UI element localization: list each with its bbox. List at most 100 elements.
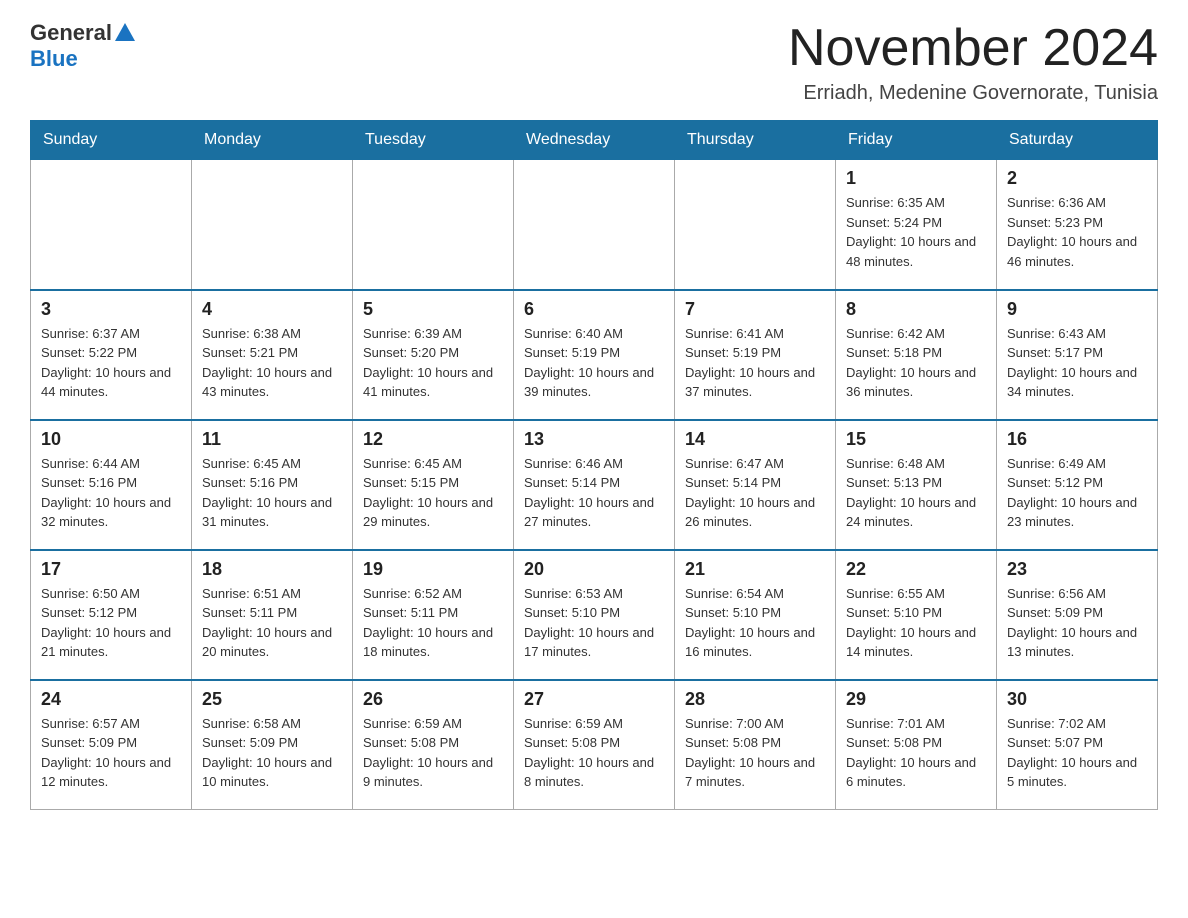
week-row: 17 Sunrise: 6:50 AMSunset: 5:12 PMDayligh… <box>31 550 1158 680</box>
day-cell: 8 Sunrise: 6:42 AMSunset: 5:18 PMDaylight… <box>836 290 997 420</box>
day-number: 26 <box>363 689 503 710</box>
day-info: Sunrise: 6:59 AMSunset: 5:08 PMDaylight:… <box>524 714 664 792</box>
day-cell <box>353 160 514 290</box>
day-number: 13 <box>524 429 664 450</box>
day-number: 2 <box>1007 168 1147 189</box>
day-info: Sunrise: 6:45 AMSunset: 5:16 PMDaylight:… <box>202 454 342 532</box>
day-info: Sunrise: 6:47 AMSunset: 5:14 PMDaylight:… <box>685 454 825 532</box>
day-info: Sunrise: 6:35 AMSunset: 5:24 PMDaylight:… <box>846 193 986 271</box>
day-info: Sunrise: 6:36 AMSunset: 5:23 PMDaylight:… <box>1007 193 1147 271</box>
week-row: 1Sunrise: 6:35 AMSunset: 5:24 PMDaylight… <box>31 160 1158 290</box>
day-cell: 2 Sunrise: 6:36 AMSunset: 5:23 PMDaylight… <box>997 160 1158 290</box>
week-row: 3 Sunrise: 6:37 AMSunset: 5:22 PMDaylight… <box>31 290 1158 420</box>
day-info: Sunrise: 6:59 AMSunset: 5:08 PMDaylight:… <box>363 714 503 792</box>
day-info: Sunrise: 6:52 AMSunset: 5:11 PMDaylight:… <box>363 584 503 662</box>
day-info: Sunrise: 6:43 AMSunset: 5:17 PMDaylight:… <box>1007 324 1147 402</box>
day-number: 14 <box>685 429 825 450</box>
day-number: 18 <box>202 559 342 580</box>
day-info: Sunrise: 6:54 AMSunset: 5:10 PMDaylight:… <box>685 584 825 662</box>
day-number: 17 <box>41 559 181 580</box>
day-info: Sunrise: 6:42 AMSunset: 5:18 PMDaylight:… <box>846 324 986 402</box>
day-cell: 4Sunrise: 6:38 AMSunset: 5:21 PMDaylight… <box>192 290 353 420</box>
day-info: Sunrise: 6:38 AMSunset: 5:21 PMDaylight:… <box>202 324 342 402</box>
day-cell: 17 Sunrise: 6:50 AMSunset: 5:12 PMDayligh… <box>31 550 192 680</box>
title-area: November 2024 Erriadh, Medenine Governor… <box>788 20 1158 105</box>
day-of-week-header: Tuesday <box>353 121 514 160</box>
day-number: 21 <box>685 559 825 580</box>
day-info: Sunrise: 6:50 AMSunset: 5:12 PMDaylight:… <box>41 584 181 662</box>
day-number: 16 <box>1007 429 1147 450</box>
week-row: 10 Sunrise: 6:44 AMSunset: 5:16 PMDayligh… <box>31 420 1158 550</box>
day-number: 28 <box>685 689 825 710</box>
logo-general-text: General <box>30 20 135 46</box>
day-cell: 15 Sunrise: 6:48 AMSunset: 5:13 PMDayligh… <box>836 420 997 550</box>
logo-general-label: General <box>30 20 112 46</box>
day-cell: 6Sunrise: 6:40 AMSunset: 5:19 PMDaylight… <box>514 290 675 420</box>
day-number: 22 <box>846 559 986 580</box>
day-info: Sunrise: 6:40 AMSunset: 5:19 PMDaylight:… <box>524 324 664 402</box>
day-cell: 21 Sunrise: 6:54 AMSunset: 5:10 PMDayligh… <box>675 550 836 680</box>
day-info: Sunrise: 6:57 AMSunset: 5:09 PMDaylight:… <box>41 714 181 792</box>
day-number: 10 <box>41 429 181 450</box>
day-info: Sunrise: 6:55 AMSunset: 5:10 PMDaylight:… <box>846 584 986 662</box>
day-cell <box>192 160 353 290</box>
day-of-week-header: Saturday <box>997 121 1158 160</box>
day-number: 5 <box>363 299 503 320</box>
day-info: Sunrise: 6:46 AMSunset: 5:14 PMDaylight:… <box>524 454 664 532</box>
header-row: SundayMondayTuesdayWednesdayThursdayFrid… <box>31 121 1158 160</box>
day-number: 30 <box>1007 689 1147 710</box>
day-cell: 18Sunrise: 6:51 AMSunset: 5:11 PMDayligh… <box>192 550 353 680</box>
day-number: 19 <box>363 559 503 580</box>
day-cell: 28 Sunrise: 7:00 AMSunset: 5:08 PMDayligh… <box>675 680 836 810</box>
day-cell: 23 Sunrise: 6:56 AMSunset: 5:09 PMDayligh… <box>997 550 1158 680</box>
day-cell: 29 Sunrise: 7:01 AMSunset: 5:08 PMDayligh… <box>836 680 997 810</box>
day-number: 7 <box>685 299 825 320</box>
logo: General Blue <box>30 20 135 72</box>
day-number: 9 <box>1007 299 1147 320</box>
day-info: Sunrise: 6:53 AMSunset: 5:10 PMDaylight:… <box>524 584 664 662</box>
day-of-week-header: Friday <box>836 121 997 160</box>
day-cell: 20 Sunrise: 6:53 AMSunset: 5:10 PMDayligh… <box>514 550 675 680</box>
day-number: 3 <box>41 299 181 320</box>
day-cell <box>514 160 675 290</box>
day-number: 15 <box>846 429 986 450</box>
day-of-week-header: Monday <box>192 121 353 160</box>
location-title: Erriadh, Medenine Governorate, Tunisia <box>788 82 1158 105</box>
day-number: 20 <box>524 559 664 580</box>
month-title: November 2024 <box>788 20 1158 77</box>
day-cell <box>675 160 836 290</box>
day-of-week-header: Thursday <box>675 121 836 160</box>
day-cell: 26 Sunrise: 6:59 AMSunset: 5:08 PMDayligh… <box>353 680 514 810</box>
day-info: Sunrise: 6:45 AMSunset: 5:15 PMDaylight:… <box>363 454 503 532</box>
day-cell: 30 Sunrise: 7:02 AMSunset: 5:07 PMDayligh… <box>997 680 1158 810</box>
day-info: Sunrise: 6:48 AMSunset: 5:13 PMDaylight:… <box>846 454 986 532</box>
day-number: 29 <box>846 689 986 710</box>
calendar-table: SundayMondayTuesdayWednesdayThursdayFrid… <box>30 120 1158 810</box>
day-number: 25 <box>202 689 342 710</box>
day-info: Sunrise: 7:02 AMSunset: 5:07 PMDaylight:… <box>1007 714 1147 792</box>
day-cell: 3 Sunrise: 6:37 AMSunset: 5:22 PMDaylight… <box>31 290 192 420</box>
day-info: Sunrise: 7:00 AMSunset: 5:08 PMDaylight:… <box>685 714 825 792</box>
day-cell: 25Sunrise: 6:58 AMSunset: 5:09 PMDayligh… <box>192 680 353 810</box>
day-cell: 27 Sunrise: 6:59 AMSunset: 5:08 PMDayligh… <box>514 680 675 810</box>
day-info: Sunrise: 7:01 AMSunset: 5:08 PMDaylight:… <box>846 714 986 792</box>
day-number: 12 <box>363 429 503 450</box>
day-info: Sunrise: 6:49 AMSunset: 5:12 PMDaylight:… <box>1007 454 1147 532</box>
logo-triangle-icon <box>115 23 135 41</box>
day-number: 8 <box>846 299 986 320</box>
day-of-week-header: Wednesday <box>514 121 675 160</box>
day-info: Sunrise: 6:37 AMSunset: 5:22 PMDaylight:… <box>41 324 181 402</box>
day-of-week-header: Sunday <box>31 121 192 160</box>
day-number: 27 <box>524 689 664 710</box>
day-cell: 7 Sunrise: 6:41 AMSunset: 5:19 PMDaylight… <box>675 290 836 420</box>
day-number: 23 <box>1007 559 1147 580</box>
day-number: 24 <box>41 689 181 710</box>
day-cell: 1Sunrise: 6:35 AMSunset: 5:24 PMDaylight… <box>836 160 997 290</box>
week-row: 24 Sunrise: 6:57 AMSunset: 5:09 PMDayligh… <box>31 680 1158 810</box>
day-cell: 10 Sunrise: 6:44 AMSunset: 5:16 PMDayligh… <box>31 420 192 550</box>
day-info: Sunrise: 6:56 AMSunset: 5:09 PMDaylight:… <box>1007 584 1147 662</box>
page-header: General Blue November 2024 Erriadh, Mede… <box>30 20 1158 105</box>
day-info: Sunrise: 6:44 AMSunset: 5:16 PMDaylight:… <box>41 454 181 532</box>
day-info: Sunrise: 6:41 AMSunset: 5:19 PMDaylight:… <box>685 324 825 402</box>
day-cell: 12 Sunrise: 6:45 AMSunset: 5:15 PMDayligh… <box>353 420 514 550</box>
